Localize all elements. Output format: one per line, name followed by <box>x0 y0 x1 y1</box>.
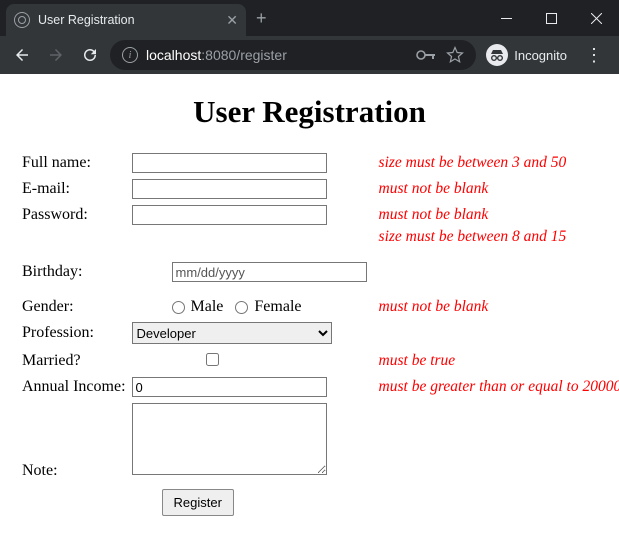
email-label: E-mail: <box>22 176 132 202</box>
note-textarea[interactable] <box>132 403 327 475</box>
gender-female-label: Female <box>254 298 301 316</box>
fullname-error: size must be between 3 and 50 <box>373 150 619 176</box>
register-button[interactable]: Register <box>162 489 234 516</box>
star-icon[interactable] <box>446 46 464 64</box>
married-checkbox[interactable] <box>206 353 219 366</box>
menu-button[interactable]: ⋮ <box>577 45 611 66</box>
maximize-button[interactable] <box>529 0 574 36</box>
browser-tab[interactable]: User Registration ✕ <box>6 4 246 36</box>
browser-chrome: User Registration ✕ + i localhos <box>0 0 619 74</box>
password-input[interactable] <box>132 205 327 225</box>
minimize-button[interactable] <box>484 0 529 36</box>
income-label: Annual Income: <box>22 374 132 400</box>
fullname-label: Full name: <box>22 150 132 176</box>
globe-icon <box>14 12 30 28</box>
gender-male-radio[interactable] <box>172 301 185 314</box>
address-bar[interactable]: i localhost:8080/register <box>110 40 476 70</box>
close-tab-icon[interactable]: ✕ <box>226 12 238 29</box>
site-info-icon[interactable]: i <box>122 47 138 63</box>
note-label: Note: <box>22 400 132 483</box>
password-label: Password: <box>22 202 132 228</box>
married-label: Married? <box>22 347 132 374</box>
tab-title: User Registration <box>38 13 135 27</box>
incognito-label: Incognito <box>514 48 567 63</box>
new-tab-button[interactable]: + <box>246 8 277 29</box>
password-error-2: size must be between 8 and 15 <box>373 228 619 249</box>
birthday-label: Birthday: <box>22 259 132 285</box>
reload-button[interactable] <box>76 41 104 69</box>
back-button[interactable] <box>8 41 36 69</box>
window-controls <box>484 0 619 36</box>
email-input[interactable] <box>132 179 327 199</box>
incognito-badge: Incognito <box>482 44 571 66</box>
birthday-input[interactable] <box>172 262 367 282</box>
profession-label: Profession: <box>22 319 132 347</box>
fullname-input[interactable] <box>132 153 327 173</box>
income-input[interactable] <box>132 377 327 397</box>
password-error-1: must not be blank <box>373 202 619 228</box>
gender-label: Gender: <box>22 295 132 319</box>
forward-button[interactable] <box>42 41 70 69</box>
email-error: must not be blank <box>373 176 619 202</box>
gender-female-radio[interactable] <box>235 301 248 314</box>
url-text: localhost:8080/register <box>146 47 287 63</box>
gender-male-label: Male <box>191 298 224 316</box>
incognito-icon <box>486 44 508 66</box>
registration-form: Full name: size must be between 3 and 50… <box>22 150 619 519</box>
married-error: must be true <box>373 347 619 374</box>
page-content: User Registration Full name: size must b… <box>0 74 619 539</box>
address-right <box>416 46 464 64</box>
titlebar: User Registration ✕ + <box>0 0 619 36</box>
gender-error: must not be blank <box>373 295 619 319</box>
income-error: must be greater than or equal to 20000 <box>373 374 619 400</box>
page-title: User Registration <box>22 94 597 130</box>
close-window-button[interactable] <box>574 0 619 36</box>
key-icon[interactable] <box>416 49 436 61</box>
browser-toolbar: i localhost:8080/register Incognito ⋮ <box>0 36 619 74</box>
profession-select[interactable]: Developer <box>132 322 332 344</box>
